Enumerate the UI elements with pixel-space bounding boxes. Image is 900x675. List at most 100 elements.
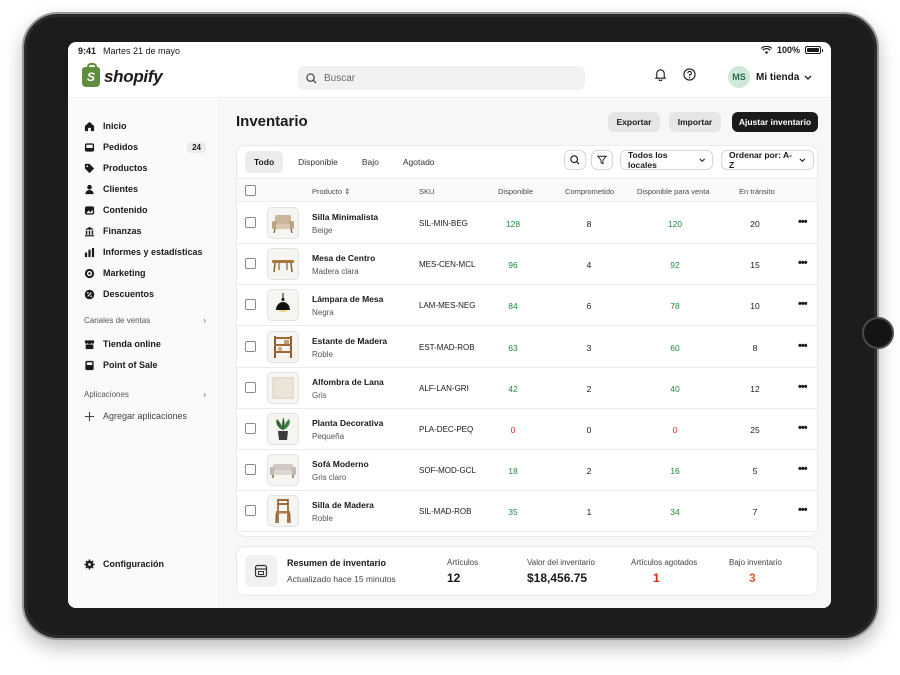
- table-row[interactable]: Silla de Madera Roble SIL-MAD-ROB 35 1 34 7 •••: [237, 491, 817, 533]
- shelf-icon: [267, 330, 299, 363]
- more-actions-icon[interactable]: •••: [798, 298, 808, 310]
- locations-label: Todos los locales: [628, 150, 668, 170]
- search-input[interactable]: [324, 72, 564, 84]
- wifi-icon: [760, 46, 772, 54]
- row-checkbox[interactable]: [245, 340, 256, 352]
- product-name[interactable]: Alfombra de Lana: [312, 377, 384, 387]
- product-variant: Madera clara: [312, 267, 359, 277]
- sidebar-item-marketing[interactable]: Marketing: [84, 266, 206, 280]
- product-sku: LAM-MES-NEG: [419, 301, 476, 311]
- select-all-checkbox[interactable]: [245, 185, 256, 196]
- sidebar-item-label: Configuración: [103, 559, 164, 569]
- product-sku: SIL-MIN-BEG: [419, 219, 468, 228]
- import-button[interactable]: Importar: [669, 112, 721, 132]
- bell-icon[interactable]: [654, 68, 667, 81]
- more-actions-icon[interactable]: •••: [798, 216, 808, 228]
- sidebar-item-label: Finanzas: [103, 226, 142, 236]
- col-available: Disponible: [498, 187, 534, 196]
- sales-channels-header[interactable]: Canales de ventas ›: [84, 316, 206, 325]
- row-checkbox[interactable]: [245, 258, 256, 270]
- sidebar-item-pedidos[interactable]: Pedidos 24: [84, 140, 206, 154]
- table-search-button[interactable]: [564, 150, 586, 170]
- summary-updated: Actualizado hace 15 minutos: [287, 574, 396, 584]
- store-menu[interactable]: Mi tienda: [756, 72, 812, 83]
- tab-disponible[interactable]: Disponible: [289, 151, 347, 173]
- more-actions-icon[interactable]: •••: [798, 257, 808, 269]
- product-name[interactable]: Sofá Moderno: [312, 459, 369, 469]
- product-variant: Roble: [312, 514, 333, 524]
- for-sale-qty: 78: [670, 301, 680, 312]
- avatar[interactable]: MS: [728, 66, 750, 88]
- sidebar-item-finanzas[interactable]: Finanzas: [84, 224, 206, 238]
- more-actions-icon[interactable]: •••: [798, 381, 808, 393]
- more-actions-icon[interactable]: •••: [798, 422, 808, 434]
- sidebar-item-inicio[interactable]: Inicio: [84, 119, 206, 133]
- sidebar-item-label: Agregar aplicaciones: [103, 411, 188, 421]
- product-name[interactable]: Silla Minimalista: [312, 212, 378, 222]
- product-name[interactable]: Silla de Madera: [312, 500, 374, 510]
- sort-select[interactable]: Ordenar por: A-Z: [721, 150, 814, 170]
- more-actions-icon[interactable]: •••: [798, 463, 808, 475]
- apps-header[interactable]: Aplicaciones ›: [84, 390, 206, 399]
- rug-icon: [267, 371, 299, 404]
- tab-bajo[interactable]: Bajo: [353, 151, 388, 173]
- home-button[interactable]: [862, 317, 894, 349]
- available-qty: 0: [510, 425, 516, 435]
- help-icon[interactable]: [683, 68, 696, 81]
- table-row[interactable]: Mesa de Centro Madera clara MES-CEN-MCL 96 4…: [237, 244, 817, 286]
- tab-todo[interactable]: Todo: [245, 151, 284, 173]
- row-checkbox[interactable]: [245, 423, 256, 434]
- sidebar-item-add-apps[interactable]: Agregar aplicaciones: [84, 409, 206, 423]
- sidebar-item-descuentos[interactable]: Descuentos: [84, 287, 206, 301]
- available-qty: 84: [508, 301, 518, 312]
- more-actions-icon[interactable]: •••: [798, 340, 808, 352]
- available-qty: 128: [505, 219, 521, 229]
- col-product[interactable]: Producto ⇕: [312, 187, 350, 196]
- product-sku: ALF-LAN-GRI: [419, 383, 469, 393]
- content-icon: [84, 205, 95, 215]
- in-transit-qty: 5: [752, 466, 758, 477]
- main-content: Inventario Exportar Importar Ajustar inv…: [221, 99, 831, 608]
- product-name[interactable]: Mesa de Centro: [312, 253, 375, 263]
- sidebar-item-clientes[interactable]: Clientes: [84, 182, 206, 196]
- row-checkbox[interactable]: [245, 299, 256, 311]
- sidebar-item-contenido[interactable]: Contenido: [84, 203, 206, 217]
- locations-select[interactable]: Todos los locales: [620, 150, 713, 170]
- col-committed: Comprometido: [565, 187, 615, 196]
- export-button[interactable]: Exportar: [608, 112, 660, 132]
- more-actions-icon[interactable]: •••: [798, 504, 808, 516]
- row-checkbox[interactable]: [245, 217, 256, 228]
- row-checkbox[interactable]: [245, 464, 256, 476]
- status-right: 100%: [760, 45, 823, 55]
- for-sale-qty: 60: [670, 342, 680, 353]
- filter-button[interactable]: [591, 150, 613, 170]
- stat-low-label: Bajo inventario: [729, 558, 782, 567]
- table-row[interactable]: Lámpara de Mesa Negra LAM-MES-NEG 84 6 78 10 ••…: [237, 285, 817, 327]
- table-row[interactable]: Silla Minimalista Beige SIL-MIN-BEG 128 8 120…: [237, 203, 817, 244]
- adjust-inventory-button[interactable]: Ajustar inventario: [732, 112, 818, 132]
- gear-icon: [84, 558, 95, 570]
- row-checkbox[interactable]: [245, 381, 256, 393]
- sidebar-item-tienda-online[interactable]: Tienda online: [84, 337, 206, 351]
- table-row[interactable]: Planta Decorativa Pequeña PLA-DEC-PEQ 0 0 0 25…: [237, 409, 817, 450]
- stat-out-value: 1: [653, 571, 660, 585]
- sidebar-item-point-of-sale[interactable]: Point of Sale: [84, 358, 206, 372]
- battery-percent: 100%: [776, 45, 800, 55]
- filter-tabs: Todo Disponible Bajo Agotado: [245, 151, 444, 173]
- tab-agotado[interactable]: Agotado: [394, 151, 444, 173]
- search-bar[interactable]: [298, 66, 585, 90]
- sidebar-item-informes[interactable]: Informes y estadísticas: [84, 245, 206, 259]
- sidebar-item-configuracion[interactable]: Configuración: [84, 557, 206, 571]
- sidebar-item-productos[interactable]: Productos: [84, 161, 206, 175]
- product-name[interactable]: Lámpara de Mesa: [312, 294, 383, 304]
- row-checkbox[interactable]: [245, 505, 256, 517]
- shopify-logo[interactable]: S shopify: [82, 63, 163, 87]
- product-name[interactable]: Estante de Madera: [312, 336, 387, 346]
- sidebar-item-label: Productos: [103, 163, 148, 173]
- product-name[interactable]: Planta Decorativa: [312, 418, 383, 428]
- in-transit-qty: 25: [750, 425, 760, 435]
- table-row[interactable]: Sofá Moderno Gris claro SOF-MOD-GCL 18 2 16 5 •…: [237, 450, 817, 492]
- table-row[interactable]: Estante de Madera Roble EST-MAD-ROB 63 3 60 8 •…: [237, 327, 817, 368]
- store-name: Mi tienda: [756, 72, 800, 83]
- table-row[interactable]: Alfombra de Lana Gris ALF-LAN-GRI 42 2 40 12 ••…: [237, 368, 817, 409]
